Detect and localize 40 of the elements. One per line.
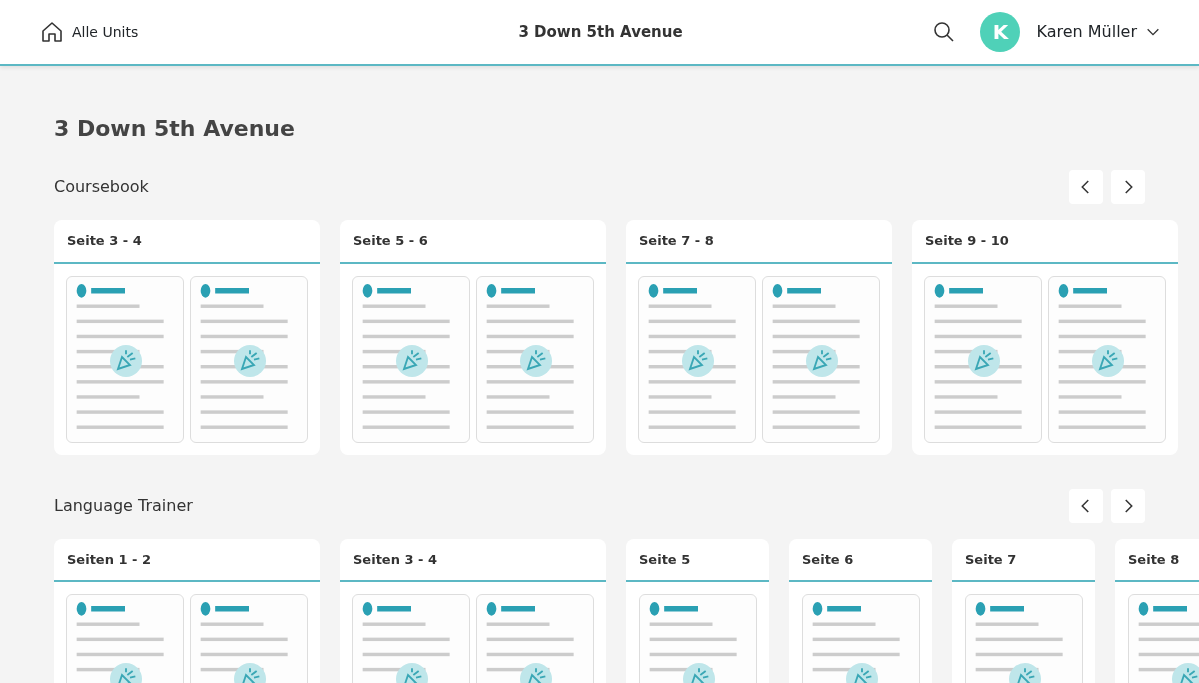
card-title: Seiten 3 - 4 — [340, 538, 606, 583]
page-card[interactable]: Seiten 1 - 2 — [54, 538, 320, 683]
header-title: 3 Down 5th Avenue — [518, 21, 683, 43]
page-card[interactable]: Seite 6 — [789, 538, 932, 683]
party-popper-icon — [806, 344, 838, 377]
page-card[interactable]: Seite 7 — [952, 538, 1095, 683]
page-card[interactable]: Seite 5 — [626, 538, 769, 683]
card-title: Seite 5 - 6 — [340, 220, 606, 264]
party-popper-icon — [682, 344, 714, 377]
next-button[interactable] — [1111, 488, 1145, 523]
user-menu-button[interactable]: Karen Müller — [1036, 20, 1161, 44]
card-title: Seite 7 - 8 — [626, 220, 892, 264]
card-title: Seite 3 - 4 — [54, 220, 320, 264]
card-title: Seite 8 — [1115, 538, 1199, 583]
page-card[interactable]: Seite 5 - 6 — [340, 220, 606, 455]
section-title: Coursebook — [54, 176, 149, 199]
page-card[interactable]: Seiten 3 - 4 — [340, 538, 606, 683]
party-popper-icon — [396, 344, 428, 377]
user-avatar: K — [980, 12, 1021, 52]
card-title: Seite 9 - 10 — [912, 220, 1178, 264]
party-popper-icon — [520, 344, 552, 377]
party-popper-icon — [1092, 344, 1124, 377]
card-title: Seite 6 — [789, 538, 932, 583]
card-title: Seite 5 — [626, 538, 769, 583]
back-link[interactable]: Alle Units — [40, 20, 340, 44]
page-card[interactable]: Seite 3 - 4 — [54, 220, 320, 455]
page-card[interactable]: Seite 8 — [1115, 538, 1199, 683]
section-title: Language Trainer — [54, 494, 193, 517]
card-title: Seite 7 — [952, 538, 1095, 583]
previous-button[interactable] — [1069, 170, 1103, 205]
page-title: 3 Down 5th Avenue — [54, 116, 296, 143]
previous-button[interactable] — [1069, 488, 1103, 523]
party-popper-icon — [110, 344, 142, 377]
party-popper-icon — [234, 344, 266, 377]
card-title: Seiten 1 - 2 — [54, 538, 320, 583]
party-popper-icon — [968, 344, 1000, 377]
page-card[interactable]: Seite 7 - 8 — [626, 220, 892, 455]
page-card[interactable]: Seite 9 - 10 — [912, 220, 1178, 455]
next-button[interactable] — [1111, 170, 1145, 205]
home-icon — [40, 20, 64, 44]
